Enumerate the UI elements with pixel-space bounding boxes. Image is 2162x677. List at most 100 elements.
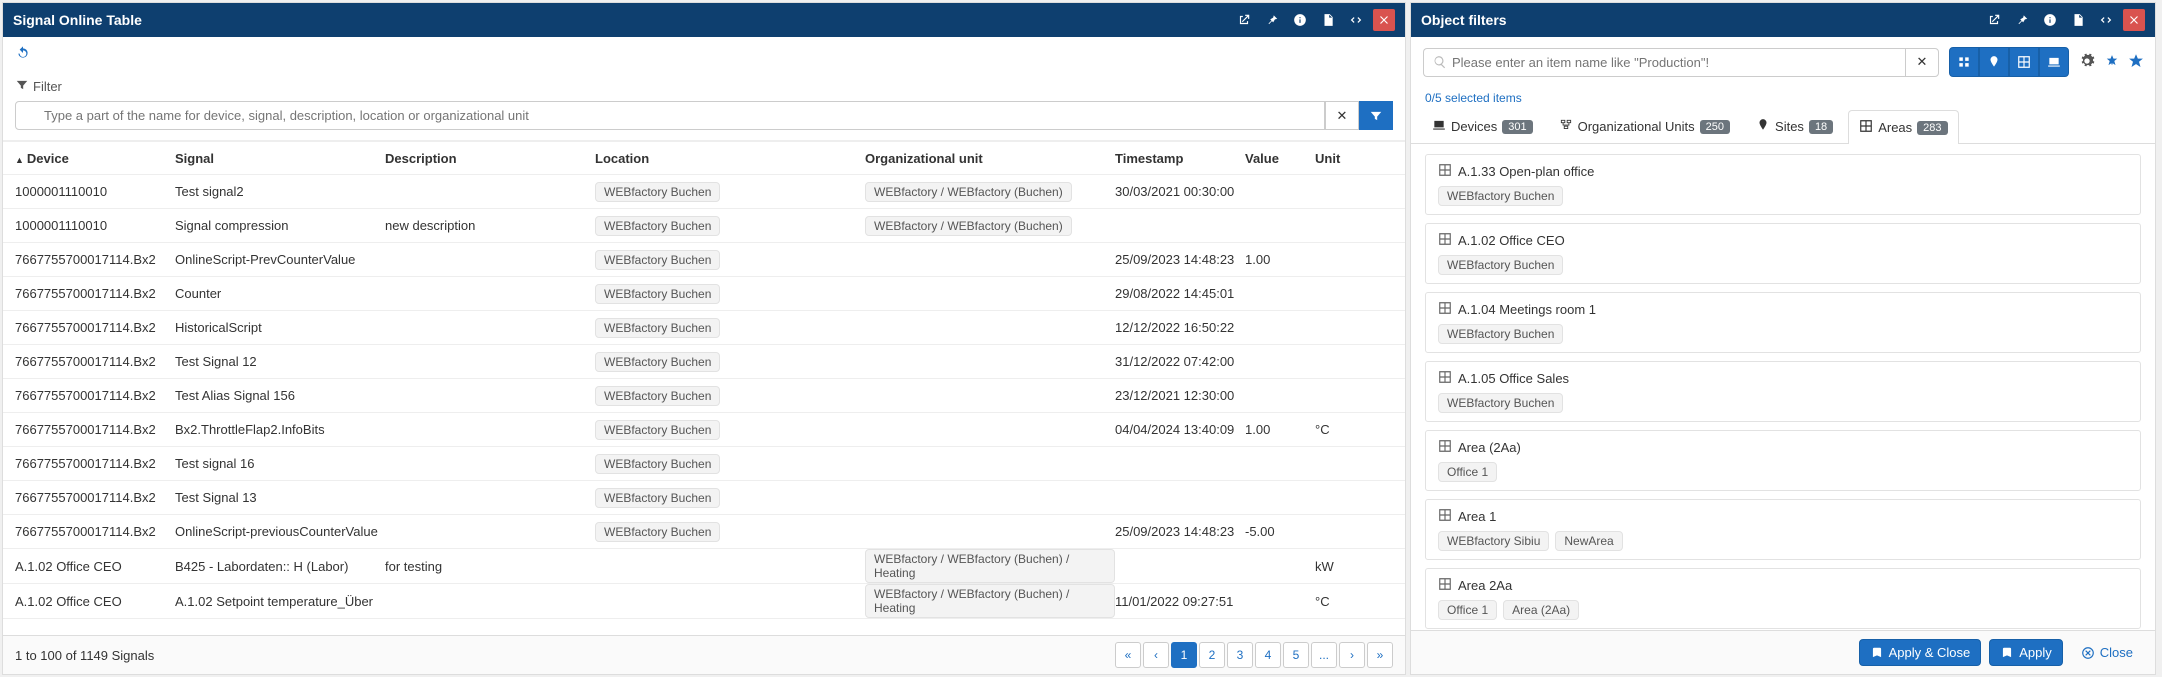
table-row[interactable]: 7667755700017114.Bx2HistoricalScriptWEBf… <box>3 311 1405 345</box>
signal-online-table-panel: Signal Online Table Filter ✕ D <box>2 2 1406 675</box>
tab-devices[interactable]: Devices301 <box>1421 109 1544 143</box>
pager-last[interactable]: » <box>1367 642 1393 668</box>
table-row[interactable]: 7667755700017114.Bx2Test Signal 12WEBfac… <box>3 345 1405 379</box>
table-cell: 7667755700017114.Bx2 <box>15 456 175 471</box>
favorite-button[interactable] <box>2129 54 2143 71</box>
code-icon[interactable] <box>2095 9 2117 31</box>
save-favorite-button[interactable] <box>2105 54 2119 71</box>
item-title: Area 1 <box>1458 509 1496 524</box>
item-title: A.1.33 Open-plan office <box>1458 164 1594 179</box>
type-sites-button[interactable] <box>1979 47 2009 77</box>
table-cell: 11/01/2022 09:27:51 <box>1115 594 1245 609</box>
col-description[interactable]: Description <box>385 151 595 166</box>
table-row[interactable]: 7667755700017114.Bx2Bx2.ThrottleFlap2.In… <box>3 413 1405 447</box>
type-devices-button[interactable] <box>2039 47 2069 77</box>
table-cell: 04/04/2024 13:40:09 <box>1115 422 1245 437</box>
close-icon[interactable] <box>1373 9 1395 31</box>
list-item[interactable]: A.1.05 Office SalesWEBfactory Buchen <box>1425 361 2141 422</box>
close-icon[interactable] <box>2123 9 2145 31</box>
item-chip: Office 1 <box>1438 600 1497 620</box>
col-org-unit[interactable]: Organizational unit <box>865 151 1115 166</box>
apply-close-button[interactable]: Apply & Close <box>1859 639 1982 666</box>
tab-sites[interactable]: Sites18 <box>1745 109 1844 143</box>
table-row[interactable]: 1000001110010Signal compressionnew descr… <box>3 209 1405 243</box>
table-row[interactable]: 7667755700017114.Bx2OnlineScript-PrevCou… <box>3 243 1405 277</box>
col-location[interactable]: Location <box>595 151 865 166</box>
apply-button[interactable]: Apply <box>1989 639 2063 666</box>
table-cell: WEBfactory Buchen <box>595 250 865 270</box>
refresh-button[interactable] <box>15 45 31 66</box>
pin-icon[interactable] <box>1261 9 1283 31</box>
type-org-button[interactable] <box>1949 47 1979 77</box>
pager-page[interactable]: 4 <box>1255 642 1281 668</box>
export-pdf-icon[interactable] <box>2067 9 2089 31</box>
type-areas-button[interactable] <box>2009 47 2039 77</box>
info-icon[interactable] <box>2039 9 2061 31</box>
code-icon[interactable] <box>1345 9 1367 31</box>
list-item[interactable]: Area 1WEBfactory SibiuNewArea <box>1425 499 2141 560</box>
pin-icon[interactable] <box>2011 9 2033 31</box>
info-icon[interactable] <box>1289 9 1311 31</box>
table-row[interactable]: 7667755700017114.Bx2Test Signal 13WEBfac… <box>3 481 1405 515</box>
tab-areas[interactable]: Areas283 <box>1848 110 1958 144</box>
table-cell: WEBfactory Buchen <box>595 352 865 372</box>
table-row[interactable]: 7667755700017114.Bx2OnlineScript-previou… <box>3 515 1405 549</box>
table-cell: WEBfactory Buchen <box>595 216 865 236</box>
areas-icon <box>1859 119 1873 136</box>
table-row[interactable]: 1000001110010Test signal2WEBfactory Buch… <box>3 175 1405 209</box>
pager-first[interactable]: « <box>1115 642 1141 668</box>
table-cell: WEBfactory Buchen <box>595 284 865 304</box>
pager-next[interactable]: › <box>1339 642 1365 668</box>
tab-organizational-units[interactable]: Organizational Units250 <box>1548 109 1741 143</box>
table-cell: A.1.02 Setpoint temperature_Über <box>175 594 385 609</box>
table-row[interactable]: 7667755700017114.Bx2Test Alias Signal 15… <box>3 379 1405 413</box>
pager-page[interactable]: 3 <box>1227 642 1253 668</box>
filter-icon <box>15 78 29 95</box>
col-unit[interactable]: Unit <box>1315 151 1375 166</box>
table-cell: 12/12/2022 16:50:22 <box>1115 320 1245 335</box>
table-row[interactable]: 7667755700017114.Bx2Test signal 16WEBfac… <box>3 447 1405 481</box>
org-unit-chip: WEBfactory / WEBfactory (Buchen) <box>865 216 1072 236</box>
table-cell: 7667755700017114.Bx2 <box>15 388 175 403</box>
pager-page[interactable]: 2 <box>1199 642 1225 668</box>
popout-icon[interactable] <box>1233 9 1255 31</box>
table-cell: WEBfactory Buchen <box>595 420 865 440</box>
table-cell: Signal compression <box>175 218 385 233</box>
table-row[interactable]: A.1.02 Office CEOA.1.02 Setpoint tempera… <box>3 584 1405 619</box>
obj-list[interactable]: A.1.33 Open-plan officeWEBfactory Buchen… <box>1411 144 2155 630</box>
pager-page[interactable]: ... <box>1311 642 1337 668</box>
popout-icon[interactable] <box>1983 9 2005 31</box>
settings-button[interactable] <box>2079 53 2095 72</box>
clear-filter-button[interactable]: ✕ <box>1325 101 1359 130</box>
obj-search-input[interactable] <box>1423 48 1905 77</box>
list-item[interactable]: Area 2AaOffice 1Area (2Aa) <box>1425 568 2141 629</box>
table-cell: HistoricalScript <box>175 320 385 335</box>
list-item[interactable]: Area (2Aa)Office 1 <box>1425 430 2141 491</box>
apply-filter-button[interactable] <box>1359 101 1393 130</box>
clear-search-button[interactable]: ✕ <box>1905 48 1939 77</box>
table-row[interactable]: 7667755700017114.Bx2CounterWEBfactory Bu… <box>3 277 1405 311</box>
col-device[interactable]: Device <box>15 151 175 166</box>
item-title: A.1.02 Office CEO <box>1458 233 1565 248</box>
pager-page[interactable]: 5 <box>1283 642 1309 668</box>
col-timestamp[interactable]: Timestamp <box>1115 151 1245 166</box>
table-cell: WEBfactory / WEBfactory (Buchen) <box>865 216 1115 236</box>
table-cell: 7667755700017114.Bx2 <box>15 354 175 369</box>
list-item[interactable]: A.1.02 Office CEOWEBfactory Buchen <box>1425 223 2141 284</box>
table-body[interactable]: 1000001110010Test signal2WEBfactory Buch… <box>3 175 1405 635</box>
table-header: Device Signal Description Location Organ… <box>3 141 1405 175</box>
export-pdf-icon[interactable] <box>1317 9 1339 31</box>
pager: « ‹ 12345...›» <box>1115 642 1393 668</box>
col-value[interactable]: Value <box>1245 151 1315 166</box>
list-item[interactable]: A.1.04 Meetings room 1WEBfactory Buchen <box>1425 292 2141 353</box>
table-row[interactable]: A.1.02 Office CEOB425 - Labordaten:: H (… <box>3 549 1405 584</box>
selected-info[interactable]: 0/5 selected items <box>1411 87 2155 109</box>
table-cell: A.1.02 Office CEO <box>15 594 175 609</box>
table-cell: OnlineScript-previousCounterValue <box>175 524 385 539</box>
list-item[interactable]: A.1.33 Open-plan officeWEBfactory Buchen <box>1425 154 2141 215</box>
pager-prev[interactable]: ‹ <box>1143 642 1169 668</box>
filter-input[interactable] <box>15 101 1325 130</box>
pager-page[interactable]: 1 <box>1171 642 1197 668</box>
close-button[interactable]: Close <box>2071 640 2143 665</box>
col-signal[interactable]: Signal <box>175 151 385 166</box>
